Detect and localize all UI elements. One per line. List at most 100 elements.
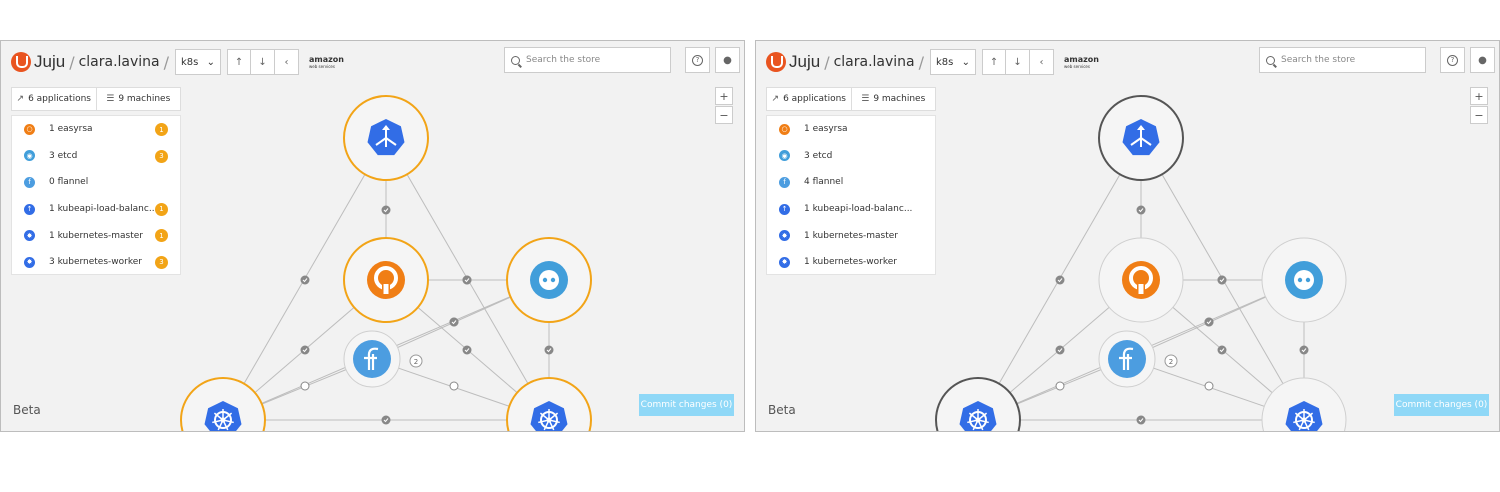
user-name-link[interactable]: clara.lavina [834,54,915,70]
zoom-in-button[interactable]: + [1470,87,1488,105]
model-switcher[interactable]: k8s ⌄ [175,49,222,75]
share-icon: ‹ [1039,56,1044,68]
application-list-item[interactable]: ✸ 3 kubernetes-worker 3 [12,249,180,276]
user-name-link[interactable]: clara.lavina [79,54,160,70]
relation-ok-indicator[interactable] [300,345,310,355]
kubernetes-master-node[interactable] [506,377,592,432]
account-button[interactable]: ● [1470,47,1495,73]
application-label: 1 kubernetes-master [804,230,898,241]
brand-name: Juju [34,52,66,71]
application-list-item[interactable]: ◉ 3 etcd [767,143,935,170]
application-list-item[interactable]: ✸ 1 kubernetes-master 1 [12,222,180,249]
application-label: 1 kubeapi-load-balanc... [49,204,158,215]
application-list-item[interactable]: ✸ 1 kubernetes-master [767,222,935,249]
easyrsa-node[interactable] [1098,237,1184,323]
tab-machines-label: 9 machines [118,94,171,104]
relation-ok-indicator[interactable] [381,205,391,215]
help-button[interactable]: ? [685,47,710,73]
chevron-down-icon: ⌄ [961,56,971,68]
kubernetes-icon: ✸ [779,230,790,242]
flannel-node[interactable] [343,330,401,388]
relation-ok-indicator[interactable] [1055,345,1065,355]
application-list-item[interactable]: ↑ 1 kubeapi-load-balanc... 1 [12,196,180,223]
account-button[interactable]: ● [715,47,740,73]
flannel-icon [353,340,391,378]
relation-ok-indicator[interactable] [1136,415,1146,425]
zoom-out-button[interactable]: − [715,106,733,124]
applications-icon: ↗ [771,94,780,104]
relation-ok-indicator[interactable] [1299,345,1309,355]
tab-applications[interactable]: ↗ 6 applications [12,88,97,110]
relation-ok-indicator[interactable] [300,275,310,285]
commit-changes-button[interactable]: Commit changes (0) [1394,394,1489,416]
flannel-node[interactable] [1098,330,1156,388]
beta-label: Beta [13,403,41,417]
relation-ok-indicator[interactable] [1204,317,1214,327]
application-label: 1 easyrsa [49,124,93,135]
kubeapi-load-balancer-node[interactable] [343,95,429,181]
model-name: k8s [936,56,954,68]
relation-pending-indicator[interactable] [300,381,310,391]
machines-icon: ☰ [861,94,870,104]
search-store-input[interactable]: Search the store [504,47,671,73]
search-placeholder: Search the store [1281,55,1356,65]
tab-applications[interactable]: ↗ 6 applications [767,88,852,110]
zoom-in-button[interactable]: + [715,87,733,105]
application-label: 0 flannel [49,177,89,188]
relation-ok-indicator[interactable] [381,415,391,425]
easyrsa-icon: ○ [24,123,35,135]
relation-ok-indicator[interactable] [1055,275,1065,285]
search-icon [1266,55,1275,65]
application-list-item[interactable]: ○ 1 easyrsa [767,116,935,143]
application-list: ○ 1 easyrsa 1 ◉ 3 etcd 3 f 0 flannel ↑ 1 kubeapi-… [11,115,181,275]
kubernetes-master-node[interactable] [1261,377,1347,432]
model-name: k8s [181,56,199,68]
application-label: 1 kubeapi-load-balanc... [804,204,913,215]
relation-pending-indicator[interactable] [1204,381,1214,391]
kubernetes-worker-node[interactable] [935,377,1021,432]
application-list-item[interactable]: f 0 flannel [12,169,180,196]
tab-machines[interactable]: ☰ 9 machines [852,88,936,110]
easyrsa-node[interactable] [343,237,429,323]
cloud-logo-bottom: web services [309,63,335,69]
relation-ok-indicator[interactable] [1136,205,1146,215]
relation-count-badge[interactable]: 2 [409,354,423,368]
model-switcher[interactable]: k8s ⌄ [930,49,977,75]
relation-ok-indicator[interactable] [462,345,472,355]
relation-ok-indicator[interactable] [1217,345,1227,355]
application-list-item[interactable]: f 4 flannel [767,169,935,196]
application-list-item[interactable]: ○ 1 easyrsa 1 [12,116,180,143]
share-button[interactable]: ‹ [1030,49,1055,75]
relation-count-badge[interactable]: 2 [1164,354,1178,368]
import-button[interactable]: ↓ [251,49,276,75]
import-button[interactable]: ↓ [1006,49,1031,75]
tab-machines[interactable]: ☰ 9 machines [97,88,181,110]
commit-changes-button[interactable]: Commit changes (0) [639,394,734,416]
relation-pending-indicator[interactable] [449,381,459,391]
relation-pending-indicator[interactable] [1055,381,1065,391]
application-list-item[interactable]: ✸ 1 kubernetes-worker [767,249,935,276]
etcd-node[interactable] [1261,237,1347,323]
relation-ok-indicator[interactable] [462,275,472,285]
tab-applications-label: 6 applications [783,94,846,104]
etcd-node[interactable] [506,237,592,323]
export-button[interactable]: ↑ [982,49,1007,75]
inspector-tabs: ↗ 6 applications ☰ 9 machines [11,87,181,111]
export-icon: ↑ [989,56,999,68]
help-icon: ? [1447,54,1458,66]
zoom-out-button[interactable]: − [1470,106,1488,124]
relation-ok-indicator[interactable] [449,317,459,327]
kubeapi-load-balancer-node[interactable] [1098,95,1184,181]
kubernetes-worker-node[interactable] [180,377,266,432]
search-store-input[interactable]: Search the store [1259,47,1426,73]
juju-logo-icon [766,52,786,72]
help-button[interactable]: ? [1440,47,1465,73]
relation-ok-indicator[interactable] [1217,275,1227,285]
share-button[interactable]: ‹ [275,49,300,75]
flannel-icon: f [24,176,35,188]
breadcrumb-separator: / [69,52,75,72]
relation-ok-indicator[interactable] [544,345,554,355]
export-button[interactable]: ↑ [227,49,252,75]
application-list-item[interactable]: ↑ 1 kubeapi-load-balanc... [767,196,935,223]
application-list-item[interactable]: ◉ 3 etcd 3 [12,143,180,170]
